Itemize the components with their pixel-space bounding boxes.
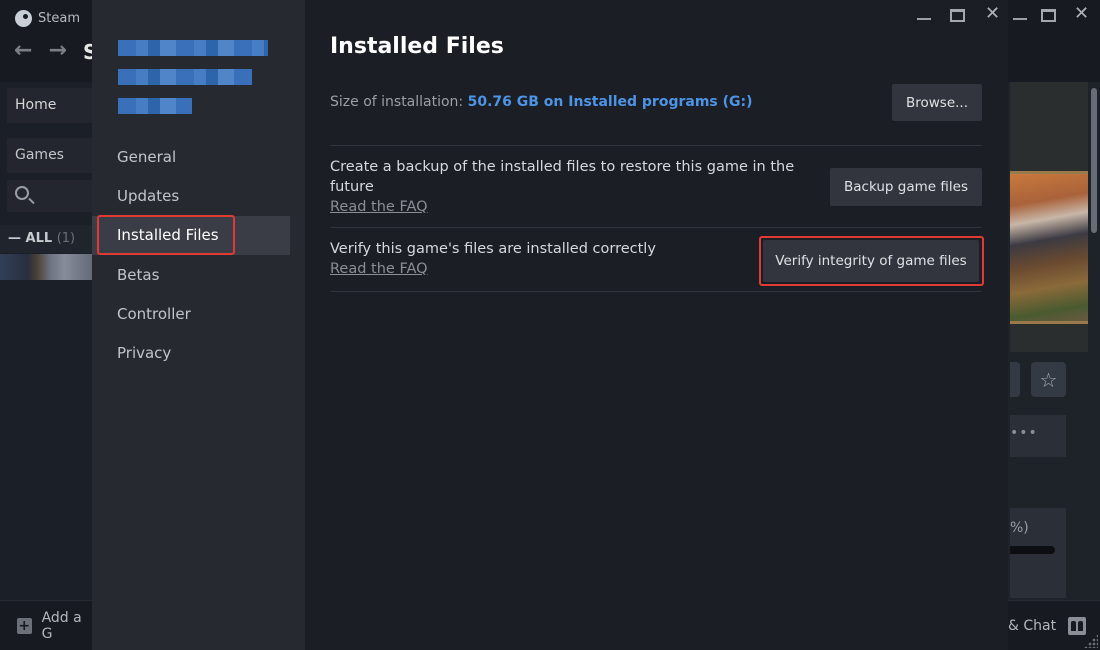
maximize-icon [950, 9, 965, 22]
nav-item-label: Controller [117, 304, 191, 323]
nav-item-label: Privacy [117, 344, 172, 363]
highlight-annotation [759, 236, 984, 286]
game-action-button-partial[interactable] [1010, 362, 1020, 397]
home-button[interactable]: Home [7, 88, 92, 123]
main-close-button[interactable]: ✕ [1074, 3, 1089, 24]
backup-row: Create a backup of the installed files t… [330, 157, 800, 217]
verify-row: Verify this game's files are installed c… [330, 239, 750, 279]
backup-faq-link[interactable]: Read the FAQ [330, 197, 800, 217]
backup-game-files-button[interactable]: Backup game files [830, 168, 982, 206]
nav-item-updates[interactable]: Updates [92, 176, 305, 215]
browse-button[interactable]: Browse... [892, 84, 982, 121]
blurred-text-line [118, 40, 268, 56]
game-title-blurred [118, 40, 268, 127]
collection-all-label: ALL [25, 231, 53, 246]
maximize-icon [1041, 9, 1056, 22]
nav-item-label: Updates [117, 186, 180, 205]
blurred-text-line [118, 69, 252, 85]
achievements-panel-partial: %) [1010, 508, 1066, 598]
close-icon: ✕ [985, 3, 1001, 24]
page-title: Installed Files [330, 34, 504, 59]
friends-icon [1068, 616, 1087, 635]
size-label: Size of installation: [330, 94, 464, 110]
collection-all-header[interactable]: — ALL (1) [0, 225, 92, 253]
backup-description: Create a backup of the installed files t… [330, 159, 795, 195]
main-minimize-button[interactable] [1013, 4, 1027, 25]
collapse-dash: — [8, 231, 26, 246]
size-value: 50.76 GB on Installed programs (G:) [467, 94, 753, 110]
dialog-minimize-button[interactable] [917, 4, 931, 25]
nav-item-label: Betas [117, 265, 160, 284]
scrollbar-thumb[interactable] [1091, 88, 1097, 233]
divider [330, 145, 982, 146]
dialog-maximize-button[interactable] [950, 6, 965, 27]
blurred-text-line [118, 98, 192, 114]
nav-item-label: General [117, 147, 177, 166]
screen: Steam ← → S Home Games — ALL (1) + Add a… [0, 0, 1100, 650]
minimize-icon [1013, 18, 1027, 20]
favorite-button[interactable]: ☆ [1031, 362, 1066, 397]
divider [330, 291, 982, 292]
ellipsis-icon: ••• [1010, 425, 1038, 441]
steam-menu[interactable]: Steam [15, 10, 80, 27]
nav-item-controller[interactable]: Controller [92, 294, 305, 333]
plus-icon: + [17, 617, 32, 634]
close-icon: ✕ [1074, 3, 1090, 24]
nav-item-general[interactable]: General [92, 137, 305, 176]
back-arrow-icon[interactable]: ← [14, 38, 32, 63]
verify-faq-link[interactable]: Read the FAQ [330, 259, 750, 279]
properties-sidebar: General Updates Installed Files Betas Co… [92, 0, 305, 650]
friends-chat-label: & Chat [1008, 617, 1057, 634]
friends-chat-button[interactable]: & Chat [1008, 600, 1100, 650]
nav-item-privacy[interactable]: Privacy [92, 333, 305, 372]
main-maximize-button[interactable] [1041, 6, 1056, 27]
highlight-annotation [97, 215, 235, 255]
nav-item-betas[interactable]: Betas [92, 255, 305, 294]
steam-app-name: Steam [38, 11, 80, 26]
search-icon [15, 186, 29, 200]
library-game-item-blurred[interactable] [0, 254, 92, 280]
game-hero-artwork [1010, 171, 1088, 324]
steam-logo-icon [15, 10, 32, 27]
collection-all-count: (1) [56, 231, 76, 246]
properties-dialog: General Updates Installed Files Betas Co… [92, 0, 1008, 650]
star-icon: ☆ [1039, 367, 1058, 392]
games-dropdown[interactable]: Games [7, 138, 92, 173]
progress-bar [1010, 546, 1055, 554]
installation-size-row: Size of installation: 50.76 GB on Instal… [330, 94, 753, 110]
more-options-button[interactable]: ••• [1010, 415, 1066, 457]
add-game-label: Add a G [41, 609, 82, 642]
forward-arrow-icon[interactable]: → [48, 38, 66, 63]
verify-description: Verify this game's files are installed c… [330, 241, 656, 257]
minimize-icon [917, 18, 931, 20]
add-game-button[interactable]: + Add a G [0, 600, 92, 650]
dialog-close-button[interactable]: ✕ [985, 3, 1000, 24]
divider [330, 227, 982, 228]
library-search[interactable] [7, 180, 92, 212]
nav-arrows: ← → [14, 38, 67, 63]
progress-percent-partial: %) [1010, 520, 1029, 536]
